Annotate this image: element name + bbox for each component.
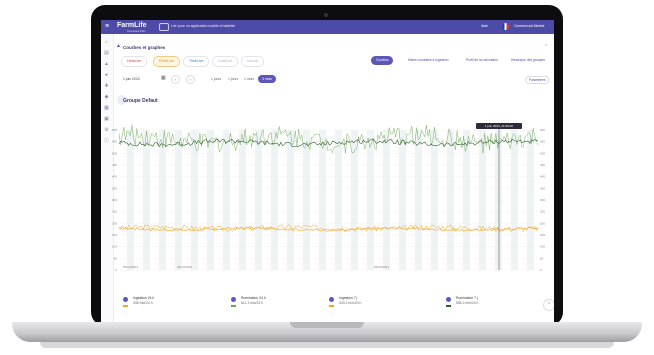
legend-label: Ingestion 24 h	[133, 296, 155, 300]
legend-swatch	[231, 305, 236, 307]
y-tick-left: 200	[112, 221, 117, 225]
laptop-notch	[290, 322, 364, 328]
x-tick: 05/03/2024	[374, 265, 389, 269]
y-tick-left: 500	[112, 151, 117, 155]
y-tick-right: 50	[540, 256, 544, 260]
y-tick-left: 50	[114, 256, 118, 260]
laptop-shadow	[40, 342, 614, 348]
x-tick: 05/12/2023	[177, 265, 192, 269]
y-tick-right: 600	[540, 128, 545, 132]
legend-label: Ingestion 7 j	[339, 296, 358, 300]
cow-icon	[231, 297, 236, 302]
y-tick-right: 450	[540, 163, 545, 167]
legend-value: 585.2 min/24 h	[456, 301, 479, 305]
y-tick-right: 350	[540, 186, 545, 190]
y-tick-right: 100	[540, 245, 545, 249]
y-tick-right: 400	[540, 175, 545, 179]
y-tick-right: 550	[540, 140, 545, 144]
y-tick-left: 350	[112, 186, 117, 190]
y-tick-left: 600	[112, 128, 117, 132]
y-tick-left: 250	[112, 210, 117, 214]
legend-swatch	[446, 305, 451, 307]
y-tick-right: 500	[540, 151, 545, 155]
tooltip-text: 1 juin 2024, 21:00:00	[485, 124, 513, 128]
y-tick-left: 100	[112, 245, 117, 249]
legend-value: 611.1 min/24 h	[241, 301, 264, 305]
cow-icon	[446, 297, 451, 302]
y-tick-right: 300	[540, 198, 545, 202]
y-tick-left: 400	[112, 175, 117, 179]
chart: 600 600550 550500 500450 450400 400350 350300 3…	[112, 123, 545, 272]
y-tick-left: 550	[112, 140, 117, 144]
scroll-top-button[interactable]: ⌃	[543, 299, 554, 311]
cow-icon	[329, 297, 334, 302]
y-tick-right: 200	[540, 221, 545, 225]
legend-value: 333.2 min/24 h	[339, 301, 362, 305]
y-tick-left: 0	[115, 268, 117, 272]
y-tick-left: 450	[112, 163, 117, 167]
y-tick-right: 150	[540, 233, 545, 237]
y-tick-right: 250	[540, 210, 545, 214]
legend-label: Rumination 7 j	[456, 296, 478, 300]
y-tick-left: 150	[112, 233, 117, 237]
y-tick-left: 300	[112, 198, 117, 202]
app-screen: ≡ FarmLife Connected Farm Lire pour un a…	[101, 20, 554, 322]
x-tick: 05/12/2023	[123, 265, 138, 269]
legend-swatch	[329, 305, 334, 307]
y-tick-right: 0	[540, 268, 542, 272]
legend-label: Rumination 24 h	[241, 296, 266, 300]
legend-value: 336 min/24 h	[133, 301, 153, 305]
camera	[324, 13, 328, 17]
cow-icon	[123, 297, 128, 302]
legend-swatch	[123, 305, 128, 307]
